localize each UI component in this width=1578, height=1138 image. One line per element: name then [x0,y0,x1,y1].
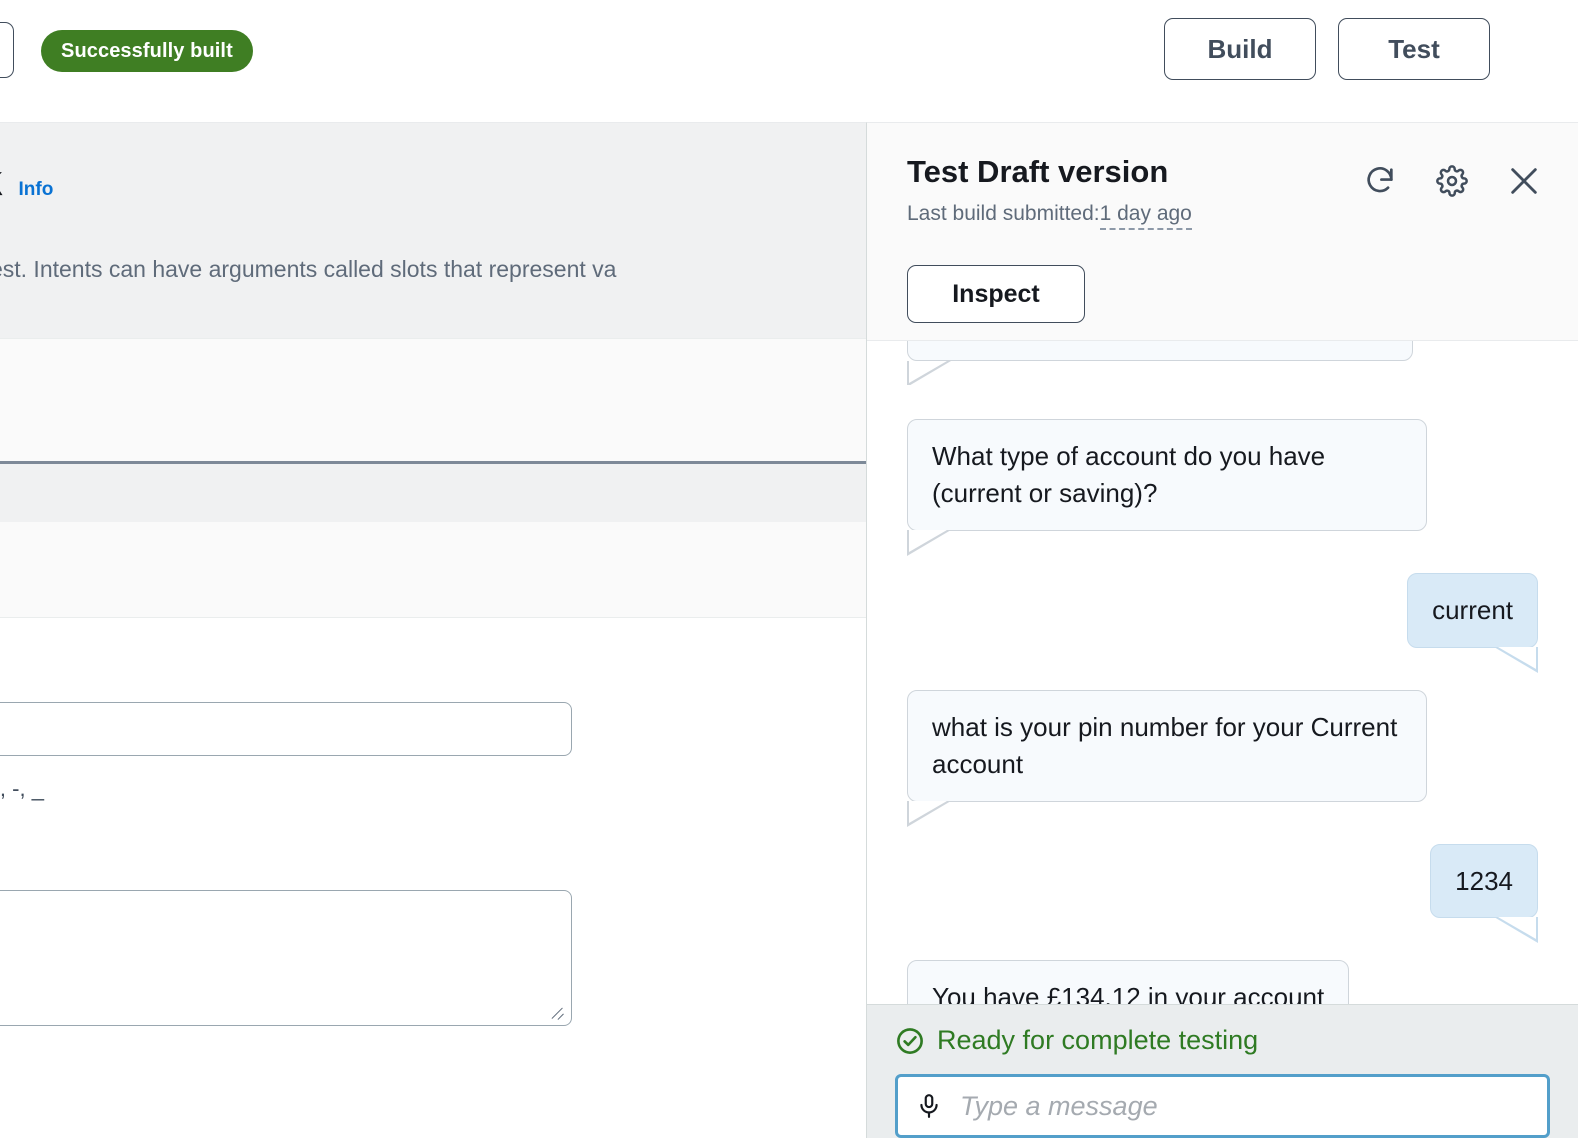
user-message-bubble: 1234 [1430,844,1538,919]
page-title: k [0,159,2,203]
clipped-toolbar-button[interactable] [0,22,14,78]
last-build-label: Last build submitted: [907,201,1100,226]
message-row: 1234 [907,844,1538,919]
testing-status: Ready for complete testing [895,1025,1550,1056]
test-button[interactable]: Test [1338,18,1490,80]
conversation-list[interactable]: What type of account do you have (curren… [867,341,1578,1004]
page-description: r's request. Intents can have arguments … [0,255,866,285]
user-message-bubble: current [1407,573,1538,648]
header-action-buttons: Build Test [1164,18,1490,80]
message-input-container[interactable] [895,1074,1550,1138]
console-background-pane: Successfully built k Info r's request. I… [0,0,866,1138]
bot-message-bubble: You have £134.12 in your account [907,960,1349,1004]
name-text-input[interactable] [0,702,572,756]
build-button[interactable]: Build [1164,18,1316,80]
message-row: what is your pin number for your Current… [907,690,1538,802]
bot-message-bubble: what is your pin number for your Current… [907,690,1427,802]
message-input[interactable] [958,1077,1529,1135]
check-circle-icon [895,1026,925,1056]
message-row: What type of account do you have (curren… [907,419,1538,531]
app-root: Successfully built k Info r's request. I… [0,0,1578,1138]
bot-message-bubble: What type of account do you have (curren… [907,419,1427,531]
scrolled-off-message [907,341,1538,385]
microphone-icon[interactable] [916,1091,942,1121]
message-row: You have £134.12 in your account [907,960,1538,1004]
section-header-band [0,464,866,522]
last-build-line: Last build submitted: 1 day ago [907,201,1538,230]
close-icon[interactable] [1504,161,1544,201]
content-band-lower [0,522,866,618]
page-header-band: k Info r's request. Intents can have arg… [0,122,866,338]
gear-icon[interactable] [1432,161,1472,201]
form-area: z, 0–9, -, _ [0,618,866,1138]
page-title-row: k Info [0,159,53,203]
test-panel-header: Test Draft version Last build submitted:… [867,123,1578,341]
last-build-timestamp: 1 day ago [1100,201,1192,230]
message-row: current [907,573,1538,648]
status-badge: Successfully built [41,30,253,72]
content-band-upper [0,338,866,462]
inspect-button[interactable]: Inspect [907,265,1085,323]
panel-icon-group [1360,161,1544,201]
console-topbar: Successfully built [0,0,866,122]
test-draft-panel: Test Draft version Last build submitted:… [866,122,1578,1138]
field-constraint-hint: z, 0–9, -, _ [0,776,44,802]
status-label: Ready for complete testing [937,1025,1258,1056]
info-link[interactable]: Info [18,179,53,201]
test-panel-footer: Ready for complete testing [867,1004,1578,1138]
description-textarea[interactable] [0,890,572,1026]
refresh-icon[interactable] [1360,161,1400,201]
resize-grip-icon[interactable] [551,1006,567,1022]
